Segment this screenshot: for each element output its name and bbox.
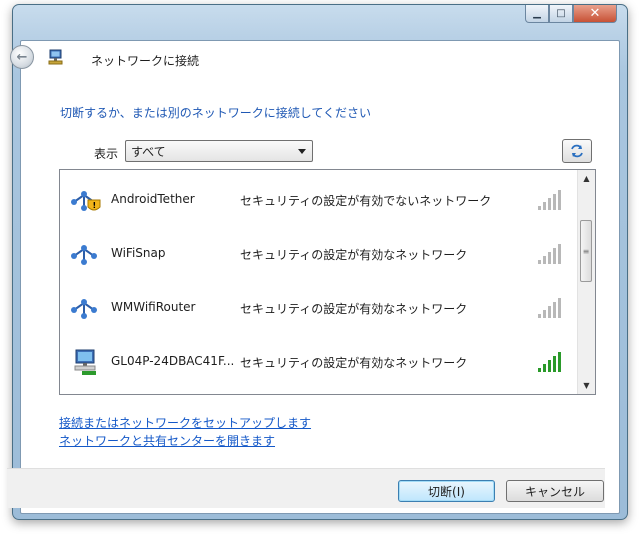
filter-label: 表示 [94, 147, 119, 161]
filter-selected-value: すべて [131, 145, 166, 159]
network-status: セキュリティの設定が有効なネットワーク [240, 302, 468, 316]
svg-text:!: ! [93, 201, 97, 210]
filter-dropdown[interactable]: すべて [125, 140, 313, 162]
signal-strength-icon [538, 352, 561, 372]
setup-connection-link[interactable]: 接続またはネットワークをセットアップします [59, 414, 311, 431]
instruction-text: 切断するか、または別のネットワークに接続してください [60, 106, 372, 120]
network-icon [48, 49, 63, 65]
network-list: ! AndroidTether セキュリティの設定が有効でないネットワーク Wi… [59, 169, 596, 395]
maximize-button[interactable]: □ [549, 5, 573, 23]
network-name: AndroidTether [111, 192, 195, 206]
signal-strength-icon [538, 190, 561, 210]
minimize-icon: ▁ [533, 8, 541, 19]
network-name: WMWifiRouter [111, 300, 196, 314]
wireless-network-icon [71, 299, 97, 319]
network-name: GL04P-24DBAC41F... [111, 354, 235, 368]
network-status: セキュリティの設定が有効なネットワーク [240, 248, 468, 262]
unsecured-wireless-icon: ! [71, 191, 101, 211]
window-title: ネットワークに接続 [91, 54, 200, 68]
refresh-icon [571, 144, 583, 158]
dialog-header: ← ネットワークに接続 [7, 40, 605, 80]
scroll-up-icon[interactable]: ▲ [578, 170, 595, 187]
window-controls: ▁ □ ✕ [525, 5, 617, 25]
refresh-button[interactable] [562, 139, 592, 163]
network-sharing-center-link[interactable]: ネットワークと共有センターを開きます [59, 432, 275, 449]
close-icon: ✕ [589, 6, 601, 21]
network-row[interactable]: GL04P-24DBAC41F... セキュリティの設定が有効なネットワーク [60, 334, 578, 388]
connected-network-icon [74, 349, 96, 375]
network-status: セキュリティの設定が有効でないネットワーク [240, 194, 492, 208]
signal-strength-icon [538, 298, 561, 318]
network-status: セキュリティの設定が有効なネットワーク [240, 356, 468, 370]
network-row[interactable]: WMWifiRouter セキュリティの設定が有効なネットワーク [60, 280, 578, 334]
scroll-down-icon[interactable]: ▼ [578, 377, 595, 394]
scrollbar-thumb[interactable]: ≡ [580, 220, 592, 282]
network-name: WiFiSnap [111, 246, 166, 260]
cancel-button[interactable]: キャンセル [506, 480, 604, 502]
signal-strength-icon [538, 244, 561, 264]
network-row[interactable]: WiFiSnap セキュリティの設定が有効なネットワーク [60, 226, 578, 280]
disconnect-button[interactable]: 切断(I) [398, 480, 495, 502]
chevron-down-icon [298, 149, 306, 154]
minimize-button[interactable]: ▁ [525, 5, 549, 23]
list-scrollbar[interactable]: ▲ ≡ ▼ [577, 170, 595, 394]
back-arrow-icon: ← [16, 49, 28, 65]
wireless-network-icon [71, 245, 97, 265]
back-button[interactable]: ← [10, 45, 34, 69]
close-button[interactable]: ✕ [573, 5, 617, 23]
network-row[interactable]: ! AndroidTether セキュリティの設定が有効でないネットワーク [60, 172, 578, 226]
maximize-icon: □ [556, 8, 566, 19]
